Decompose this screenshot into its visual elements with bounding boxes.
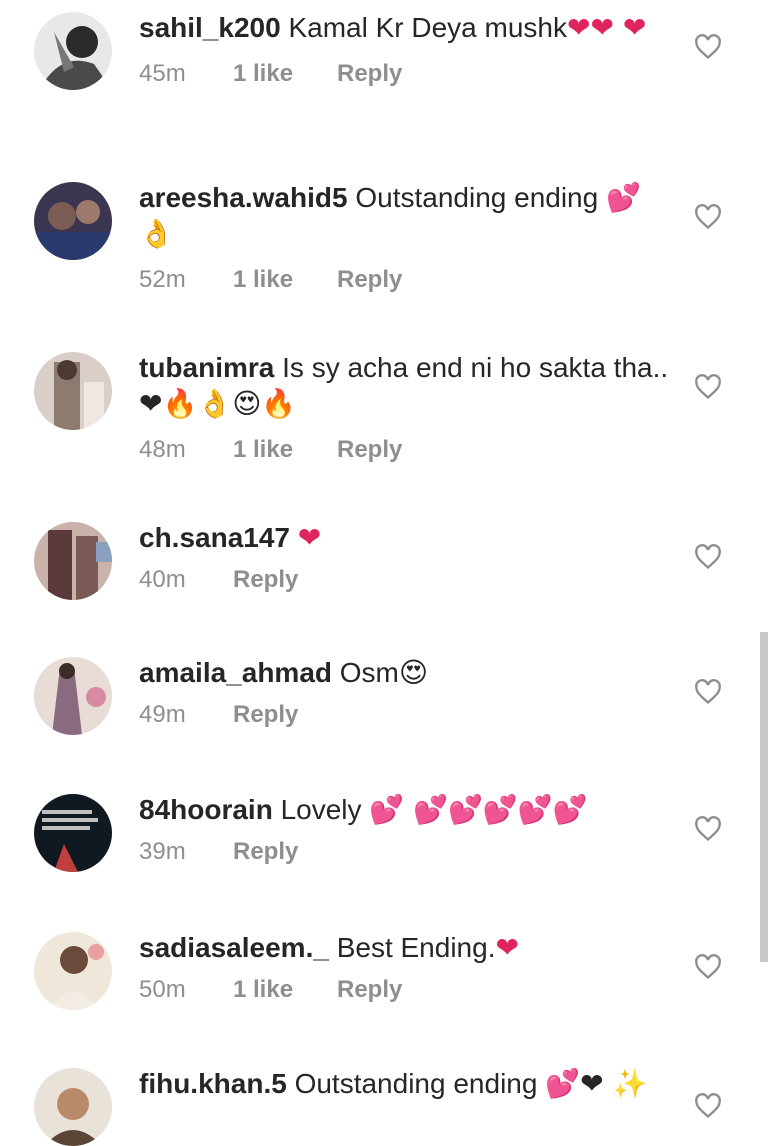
timestamp: 52m: [139, 266, 186, 293]
reply-button[interactable]: Reply: [337, 266, 402, 294]
comment-text: fihu.khan.5 Outstanding ending 💕❤ ✨: [139, 1066, 669, 1102]
comment-meta: 50m 1 like Reply: [139, 976, 669, 1006]
comment-meta: 40m Reply: [139, 566, 669, 596]
emoji: 😍: [398, 656, 429, 689]
comment-meta: 52m 1 like Reply: [139, 266, 669, 296]
emoji: ❤: [297, 521, 322, 554]
comment-meta: 39m Reply: [139, 838, 669, 868]
comment-meta: 49m Reply: [139, 701, 669, 731]
reply-button[interactable]: Reply: [233, 838, 298, 866]
comment-body: Kamal Kr Deya mushk: [288, 12, 567, 43]
like-count[interactable]: 1 like: [233, 266, 293, 294]
like-count[interactable]: 1 like: [233, 436, 293, 464]
avatar[interactable]: [34, 1068, 112, 1146]
comment-meta: 48m 1 like Reply: [139, 436, 669, 466]
username[interactable]: sahil_k200: [139, 12, 281, 43]
heart-outline-icon[interactable]: [694, 678, 722, 706]
heart-outline-icon[interactable]: [694, 815, 722, 843]
timestamp: 39m: [139, 838, 186, 865]
comment-body: Best Ending.: [336, 932, 496, 963]
reply-button[interactable]: Reply: [337, 976, 402, 1004]
emoji: ❤: [495, 931, 519, 964]
emoji: ❤❤ ❤: [567, 11, 647, 44]
comment-text: tubanimra Is sy acha end ni ho sakta tha…: [139, 350, 669, 422]
timestamp: 50m: [139, 976, 186, 1003]
like-count[interactable]: 1 like: [233, 60, 293, 88]
reply-button[interactable]: Reply: [233, 566, 298, 594]
avatar[interactable]: [34, 657, 112, 735]
heart-outline-icon[interactable]: [694, 1092, 722, 1120]
timestamp: 45m: [139, 60, 186, 87]
comment-body: Outstanding ending: [294, 1068, 538, 1099]
emoji: ❤🔥👌😍🔥: [139, 387, 297, 420]
username[interactable]: areesha.wahid5: [139, 182, 348, 213]
username[interactable]: amaila_ahmad: [139, 657, 332, 688]
like-count[interactable]: 1 like: [233, 976, 293, 1004]
reply-button[interactable]: Reply: [337, 60, 402, 88]
avatar[interactable]: [34, 932, 112, 1010]
username[interactable]: 84hoorain: [139, 794, 273, 825]
reply-button[interactable]: Reply: [337, 436, 402, 464]
avatar[interactable]: [34, 522, 112, 600]
username[interactable]: fihu.khan.5: [139, 1068, 287, 1099]
comment-body: Outstanding ending: [355, 182, 599, 213]
username[interactable]: ch.sana147: [139, 522, 290, 553]
heart-outline-icon[interactable]: [694, 373, 722, 401]
avatar[interactable]: [34, 182, 112, 260]
comment-text: 84hoorain Lovely 💕 💕💕💕💕💕: [139, 792, 669, 828]
comment-text: sadiasaleem._ Best Ending.❤: [139, 930, 669, 966]
comment-body: Is sy acha end ni ho sakta tha..: [282, 352, 669, 383]
username[interactable]: sadiasaleem._: [139, 932, 329, 963]
comment-text: areesha.wahid5 Outstanding ending 💕 👌: [139, 180, 669, 252]
scrollbar[interactable]: [760, 632, 768, 962]
avatar[interactable]: [34, 12, 112, 90]
comment-body: Osm: [339, 657, 399, 688]
comment-text: ch.sana147 ❤: [139, 520, 669, 556]
heart-outline-icon[interactable]: [694, 203, 722, 231]
heart-outline-icon[interactable]: [694, 953, 722, 981]
timestamp: 40m: [139, 566, 186, 593]
username[interactable]: tubanimra: [139, 352, 274, 383]
emoji: 💕 💕💕💕💕💕: [369, 793, 588, 826]
heart-outline-icon[interactable]: [694, 33, 722, 61]
avatar[interactable]: [34, 794, 112, 872]
comment-text: amaila_ahmad Osm😍: [139, 655, 669, 691]
comment-body: Lovely: [280, 794, 362, 825]
reply-button[interactable]: Reply: [233, 701, 298, 729]
avatar[interactable]: [34, 352, 112, 430]
heart-outline-icon[interactable]: [694, 543, 722, 571]
comment-meta: 45m 1 like Reply: [139, 60, 669, 90]
timestamp: 48m: [139, 436, 186, 463]
comment-text: sahil_k200 Kamal Kr Deya mushk❤❤ ❤: [139, 10, 669, 46]
timestamp: 49m: [139, 701, 186, 728]
emoji: 💕❤ ✨: [545, 1067, 648, 1100]
